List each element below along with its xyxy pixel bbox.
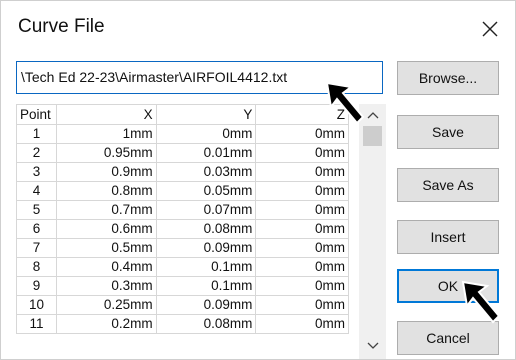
table-row[interactable]: 2 0.95mm 0.01mm 0mm [16, 143, 349, 163]
close-icon[interactable] [475, 14, 505, 44]
cell-point[interactable]: 9 [16, 276, 57, 296]
save-button[interactable]: Save [397, 115, 499, 149]
cell-x[interactable]: 0.2mm [55, 314, 157, 334]
cell-y[interactable]: 0.08mm [155, 219, 257, 239]
cell-y[interactable]: 0.03mm [155, 162, 257, 182]
cell-z[interactable]: 0mm [255, 124, 349, 144]
cell-x[interactable]: 1mm [55, 124, 157, 144]
cell-y[interactable]: 0.05mm [155, 181, 257, 201]
table-row[interactable]: 4 0.8mm 0.05mm 0mm [16, 181, 349, 201]
table-row[interactable]: 7 0.5mm 0.09mm 0mm [16, 238, 349, 258]
cell-z[interactable]: 0mm [255, 238, 349, 258]
cell-z[interactable]: 0mm [255, 257, 349, 277]
cell-z[interactable]: 0mm [255, 314, 349, 334]
cancel-button[interactable]: Cancel [397, 321, 499, 355]
scrollbar-thumb[interactable] [363, 126, 382, 146]
cell-z[interactable]: 0mm [255, 200, 349, 220]
cell-z[interactable]: 0mm [255, 219, 349, 239]
table-row[interactable]: 10 0.25mm 0.09mm 0mm [16, 295, 349, 315]
cell-y[interactable]: 0mm [155, 124, 257, 144]
cell-x[interactable]: 0.6mm [55, 219, 157, 239]
column-header-y[interactable]: Y [155, 104, 257, 125]
column-header-x[interactable]: X [55, 104, 157, 125]
cell-x[interactable]: 0.25mm [55, 295, 157, 315]
table-row[interactable]: 9 0.3mm 0.1mm 0mm [16, 276, 349, 296]
cell-z[interactable]: 0mm [255, 276, 349, 296]
cell-point[interactable]: 3 [16, 162, 57, 182]
dialog-title: Curve File [18, 16, 105, 37]
cell-point[interactable]: 4 [16, 181, 57, 201]
cell-y[interactable]: 0.01mm [155, 143, 257, 163]
table-row[interactable]: 5 0.7mm 0.07mm 0mm [16, 200, 349, 220]
cell-point[interactable]: 2 [16, 143, 57, 163]
cell-x[interactable]: 0.9mm [55, 162, 157, 182]
cell-y[interactable]: 0.1mm [155, 276, 257, 296]
cell-point[interactable]: 1 [16, 124, 57, 144]
mouse-pointer-icon [461, 280, 501, 324]
cell-point[interactable]: 5 [16, 200, 57, 220]
table-row[interactable]: 3 0.9mm 0.03mm 0mm [16, 162, 349, 182]
column-header-point[interactable]: Point [16, 104, 57, 125]
cell-y[interactable]: 0.08mm [155, 314, 257, 334]
vertical-scrollbar[interactable] [359, 104, 386, 359]
table-header-row: Point X Y Z [16, 104, 349, 125]
browse-button[interactable]: Browse... [397, 61, 499, 95]
curve-points-grid[interactable]: Point X Y Z 1 1mm 0mm 0mm 2 0.95mm 0.01mm 0mm 3 0… [16, 104, 349, 359]
cell-point[interactable]: 11 [16, 314, 57, 334]
cell-z[interactable]: 0mm [255, 143, 349, 163]
cell-point[interactable]: 10 [16, 295, 57, 315]
insert-button[interactable]: Insert [397, 220, 499, 254]
save-as-button[interactable]: Save As [397, 168, 499, 202]
mouse-pointer-icon [325, 81, 365, 125]
cell-point[interactable]: 6 [16, 219, 57, 239]
cell-z[interactable]: 0mm [255, 162, 349, 182]
table-row[interactable]: 11 0.2mm 0.08mm 0mm [16, 314, 349, 334]
cell-x[interactable]: 0.5mm [55, 238, 157, 258]
cell-y[interactable]: 0.07mm [155, 200, 257, 220]
table-row[interactable]: 6 0.6mm 0.08mm 0mm [16, 219, 349, 239]
table-row[interactable]: 1 1mm 0mm 0mm [16, 124, 349, 144]
cell-x[interactable]: 0.3mm [55, 276, 157, 296]
curve-file-dialog: Curve File \Tech Ed 22-23\Airmaster\AIRF… [0, 0, 516, 360]
cell-y[interactable]: 0.09mm [155, 295, 257, 315]
cell-point[interactable]: 8 [16, 257, 57, 277]
chevron-down-icon[interactable] [367, 341, 379, 351]
cell-x[interactable]: 0.95mm [55, 143, 157, 163]
cell-z[interactable]: 0mm [255, 181, 349, 201]
cell-y[interactable]: 0.1mm [155, 257, 257, 277]
cell-z[interactable]: 0mm [255, 295, 349, 315]
cell-point[interactable]: 7 [16, 238, 57, 258]
table-row[interactable]: 8 0.4mm 0.1mm 0mm [16, 257, 349, 277]
cell-x[interactable]: 0.8mm [55, 181, 157, 201]
cell-y[interactable]: 0.09mm [155, 238, 257, 258]
cell-x[interactable]: 0.7mm [55, 200, 157, 220]
cell-x[interactable]: 0.4mm [55, 257, 157, 277]
